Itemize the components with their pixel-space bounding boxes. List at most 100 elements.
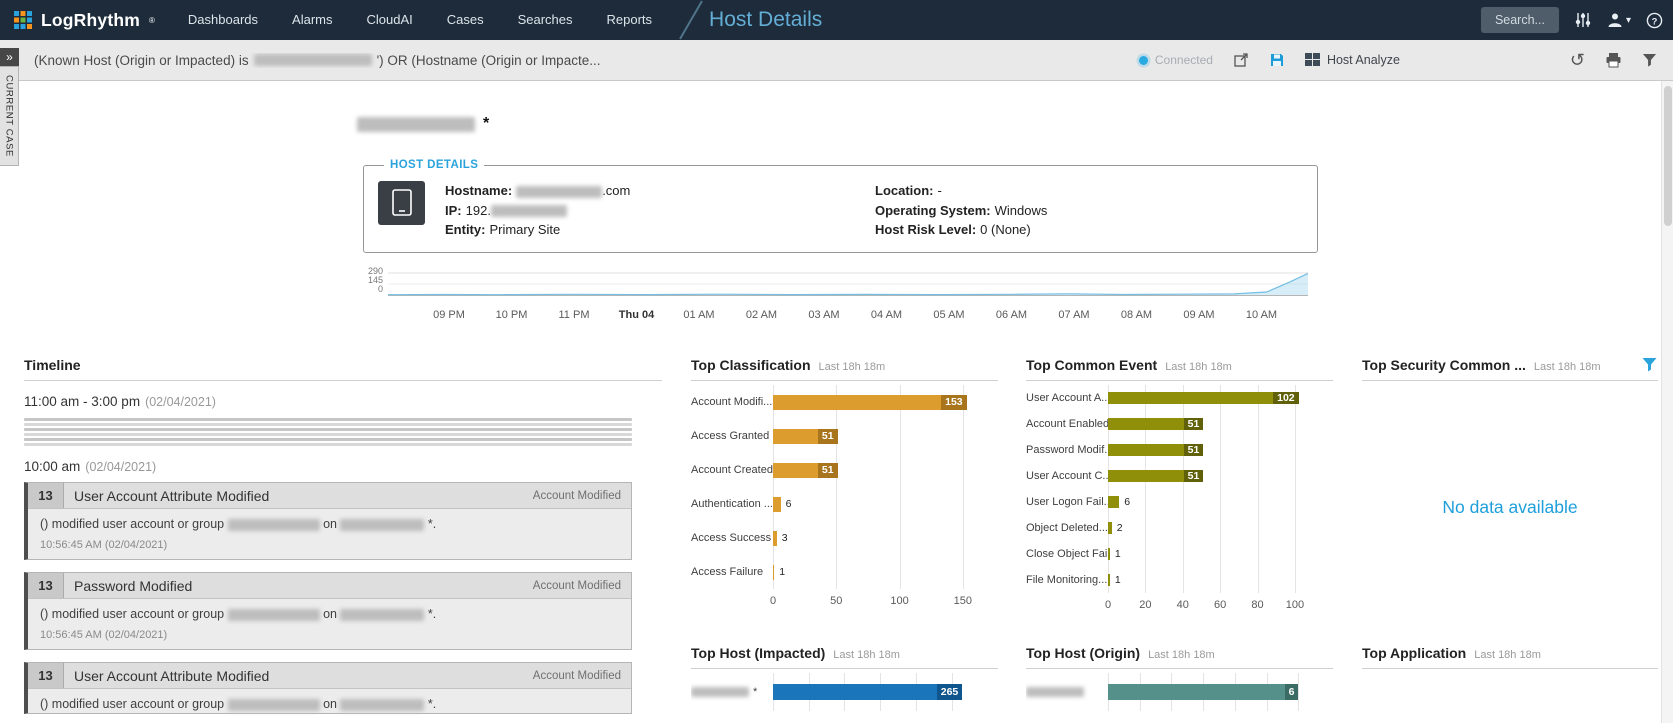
user-menu-button[interactable]: ▾ [1607,12,1631,28]
divider [691,380,998,381]
bar-rows: 1535151631 [773,385,973,589]
bar-track-area: 265 [773,673,973,711]
bar[interactable]: 265 [773,684,962,700]
event-header: 13User Account Attribute ModifiedAccount… [28,483,631,509]
bar-row: 1 [1108,541,1308,567]
top-host-origin-panel: Top Host (Origin) Last 18h 18m 6 [1026,645,1333,711]
bar[interactable]: 51 [773,463,838,478]
panel-time-range: Last 18h 18m [1534,361,1601,373]
ip-prefix: 192. [466,203,491,218]
bar[interactable] [773,497,781,512]
bar[interactable]: 51 [1108,444,1203,456]
user-icon [1607,12,1623,28]
panel-filter-funnel-icon[interactable] [1641,357,1658,373]
bar-value-chip: 51 [818,463,838,478]
event-classification-tag: Account Modified [533,573,631,598]
bar[interactable]: 51 [1108,470,1203,482]
bar-value: 2 [1117,522,1123,534]
nav-item-alarms[interactable]: Alarms [275,0,349,40]
bar[interactable]: 102 [1108,392,1299,404]
redacted-text [228,699,320,711]
nav-item-reports[interactable]: Reports [590,0,670,40]
activity-timeline-chart[interactable]: 290 145 0 09 PM10 PM11 PMThu 0401 AM02 A… [355,269,1320,331]
activity-area-chart [388,272,1308,296]
help-icon[interactable]: ? [1646,12,1663,29]
bar[interactable] [1108,548,1110,560]
host-analyze-button[interactable]: Host Analyze [1305,53,1400,67]
page-title: Host Details [709,8,822,32]
toolbar-right-tools: Connected Host Analyze ↺ [1139,51,1657,69]
connected-label: Connected [1155,53,1213,67]
host-details-legend: HOST DETAILS [384,159,484,171]
divider [1362,668,1658,669]
main-nav: DashboardsAlarmsCloudAICasesSearchesRepo… [171,0,669,40]
bar[interactable] [1108,574,1110,586]
nav-item-cases[interactable]: Cases [430,0,501,40]
hostname-suffix: .com [602,183,630,198]
divider [691,668,998,669]
pop-out-icon[interactable] [1233,52,1249,68]
bar[interactable] [773,565,774,580]
bar-track-area: 6 [1108,673,1308,711]
bar-row: 6 [773,487,973,521]
activity-x-tick: 09 AM [1183,309,1214,321]
axis-tick: 0 [770,595,776,607]
bar[interactable]: 51 [1108,418,1203,430]
bar[interactable] [1108,496,1119,508]
filter-funnel-icon[interactable] [1642,53,1657,68]
bar-category-label: File Monitoring... [1026,567,1108,593]
connected-status: Connected [1139,53,1213,67]
bar[interactable] [773,531,777,546]
bar[interactable] [1108,522,1112,534]
vertical-scrollbar[interactable] [1661,81,1673,723]
activity-x-tick: 08 AM [1121,309,1152,321]
top-common-event-panel: Top Common Event Last 18h 18m User Accou… [1026,357,1333,617]
bar-track-area: 1535151631050100150 [773,385,973,613]
bar-category-label: Close Object Fai... [1026,541,1108,567]
save-icon[interactable] [1269,52,1285,68]
collapsed-log-rows[interactable] [24,418,632,446]
event-card[interactable]: 13Password ModifiedAccount Modified() mo… [24,572,632,650]
search-query-display[interactable]: (Known Host (Origin or Impacted) is ') O… [34,53,1139,68]
print-icon[interactable] [1605,52,1622,68]
bar-category-label: Account Modifi... [691,385,773,419]
filter-sliders-icon[interactable] [1574,11,1592,29]
search-button[interactable]: Search... [1481,7,1559,33]
activity-x-tick: 04 AM [871,309,902,321]
host-details-right-column: Location:- Operating System:Windows Host… [875,181,1047,240]
event-title: Password Modified [64,573,533,598]
panel-time-range: Last 18h 18m [833,649,900,661]
expand-icon[interactable]: » [0,48,19,66]
bar-row: 1 [1108,567,1308,593]
redacted-text [254,54,372,66]
y-tick: 0 [355,284,383,294]
redacted-text [340,609,424,621]
activity-x-tick: 07 AM [1058,309,1089,321]
logrhythm-logo[interactable]: LogRhythm® [0,10,171,31]
current-case-tab-button[interactable]: CURRENT CASE [0,66,19,166]
nav-item-searches[interactable]: Searches [501,0,590,40]
divider [24,380,662,381]
brand-name: LogRhythm [41,10,140,31]
bar-chart-top-classification: Account Modifi...Access GrantedAccount C… [691,385,973,613]
bar[interactable]: 153 [773,395,967,410]
panel-title: Top Application [1362,645,1466,661]
bar[interactable]: 51 [773,429,838,444]
bar-chart-top-host-impacted: *265 [691,673,973,711]
x-axis: 050100150 [773,593,973,613]
axis-tick: 60 [1214,599,1226,611]
event-card[interactable]: 13User Account Attribute ModifiedAccount… [24,482,632,560]
log-row-stripe [24,433,632,436]
bar-category-label: Password Modif... [1026,437,1108,463]
nav-item-dashboards[interactable]: Dashboards [171,0,275,40]
scrollbar-thumb[interactable] [1664,86,1672,226]
reset-icon[interactable]: ↺ [1570,51,1585,69]
event-card[interactable]: 13User Account Attribute ModifiedAccount… [24,662,632,714]
nav-item-cloudai[interactable]: CloudAI [349,0,429,40]
event-count-badge: 13 [28,663,64,688]
bar-category-label: Access Failure [691,555,773,589]
top-classification-panel: Top Classification Last 18h 18m Account … [691,357,998,613]
bar-value-chip: 102 [1273,392,1299,404]
bar-category-label: Access Granted [691,419,773,453]
bar[interactable]: 6 [1108,684,1298,700]
